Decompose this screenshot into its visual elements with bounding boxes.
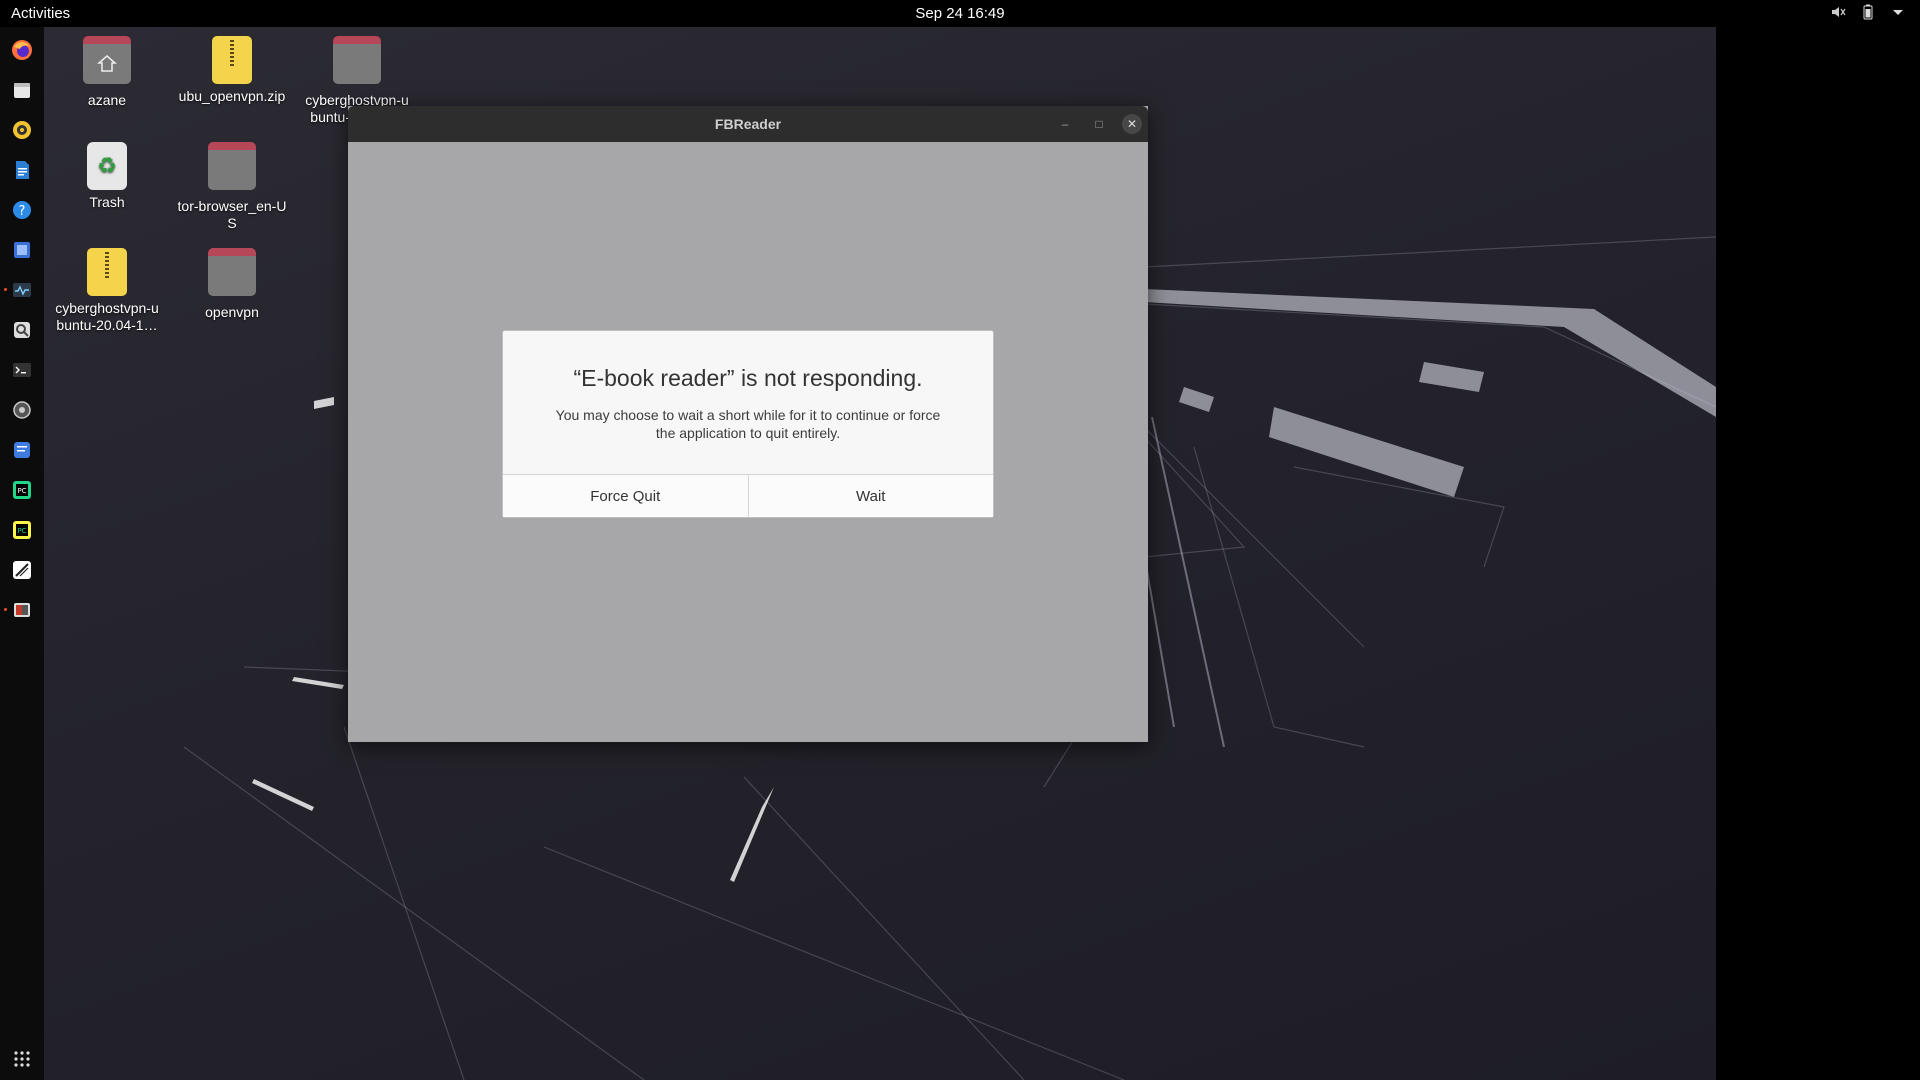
image-app-icon[interactable] [10, 598, 34, 622]
folder-icon [208, 248, 256, 300]
desktop-icon-label: openvpn [205, 304, 259, 320]
desktop-icon-folder[interactable]: openvpn [177, 248, 287, 321]
battery-icon[interactable] [1860, 4, 1876, 20]
clock-area: Sep 24 16:49 [0, 5, 1920, 22]
force-quit-button[interactable]: Force Quit [503, 475, 749, 517]
wait-button[interactable]: Wait [748, 475, 993, 517]
desktop-icon-label: Trash [89, 194, 125, 210]
activities-button[interactable]: Activities [11, 5, 70, 22]
screen-edge [1716, 27, 1920, 1080]
text-editor-icon[interactable] [10, 438, 34, 462]
files-icon[interactable] [10, 78, 34, 102]
svg-text:PC: PC [17, 487, 26, 495]
system-menu-arrow-icon[interactable] [1890, 4, 1906, 20]
help-icon[interactable]: ? [10, 198, 34, 222]
zip-archive-icon [83, 248, 131, 296]
speaker-icon[interactable] [1830, 4, 1846, 20]
firefox-icon[interactable] [10, 38, 34, 62]
home-folder-icon [83, 36, 131, 88]
dialog-message: You may choose to wait a short while for… [555, 407, 941, 441]
dock: ? PC PC [0, 27, 44, 1080]
desktop-icon-home[interactable]: azane [52, 36, 162, 109]
desktop-icon-label: ubu_openvpn.zip [178, 88, 286, 104]
system-monitor-icon[interactable] [10, 278, 34, 302]
desktop-icon-zip[interactable]: cyberghostvpn-ubuntu-20.04-1… [52, 248, 162, 334]
svg-text:PC: PC [17, 527, 26, 535]
pycharm-ce-icon[interactable]: PC [10, 518, 34, 542]
image-viewer-icon[interactable] [10, 318, 34, 342]
folder-icon [333, 36, 381, 88]
drawing-icon[interactable] [10, 558, 34, 582]
top-bar: Activities Sep 24 16:49 [0, 0, 1920, 27]
desktop-icon-folder[interactable]: tor-browser_en-US [177, 142, 287, 232]
desktop-icon-trash[interactable]: ♻ Trash [52, 142, 162, 211]
terminal-icon[interactable] [10, 358, 34, 382]
show-applications-icon[interactable] [10, 1047, 34, 1071]
close-button[interactable]: ✕ [1122, 114, 1142, 134]
running-indicator [4, 288, 7, 291]
settings-icon[interactable] [10, 398, 34, 422]
trash-icon: ♻ [83, 142, 131, 190]
folder-icon [208, 142, 256, 194]
svg-text:?: ? [19, 204, 26, 219]
rhythmbox-icon[interactable] [10, 118, 34, 142]
clock[interactable]: Sep 24 16:49 [915, 5, 1004, 22]
zip-archive-icon [208, 36, 256, 84]
desktop-icon-label: tor-browser_en-US [177, 198, 287, 231]
minimize-button[interactable]: – [1055, 114, 1075, 134]
dialog-actions: Force Quit Wait [503, 474, 993, 517]
dialog-heading: “E-book reader” is not responding. [573, 365, 923, 391]
desktop-icon-label: cyberghostvpn-ubuntu-20.04-1… [55, 300, 159, 333]
window-titlebar[interactable]: FBReader – □ ✕ [348, 106, 1148, 142]
maximize-button[interactable]: □ [1089, 114, 1109, 134]
not-responding-dialog: “E-book reader” is not responding. You m… [502, 330, 994, 518]
running-indicator [4, 608, 7, 611]
system-tray[interactable] [1830, 4, 1906, 20]
pycharm-icon[interactable]: PC [10, 478, 34, 502]
screenshot-icon[interactable] [10, 238, 34, 262]
writer-icon[interactable] [10, 158, 34, 182]
window-title: FBReader [714, 116, 782, 132]
desktop-icon-label: azane [87, 92, 127, 108]
desktop-icon-zip[interactable]: ubu_openvpn.zip [177, 36, 287, 105]
